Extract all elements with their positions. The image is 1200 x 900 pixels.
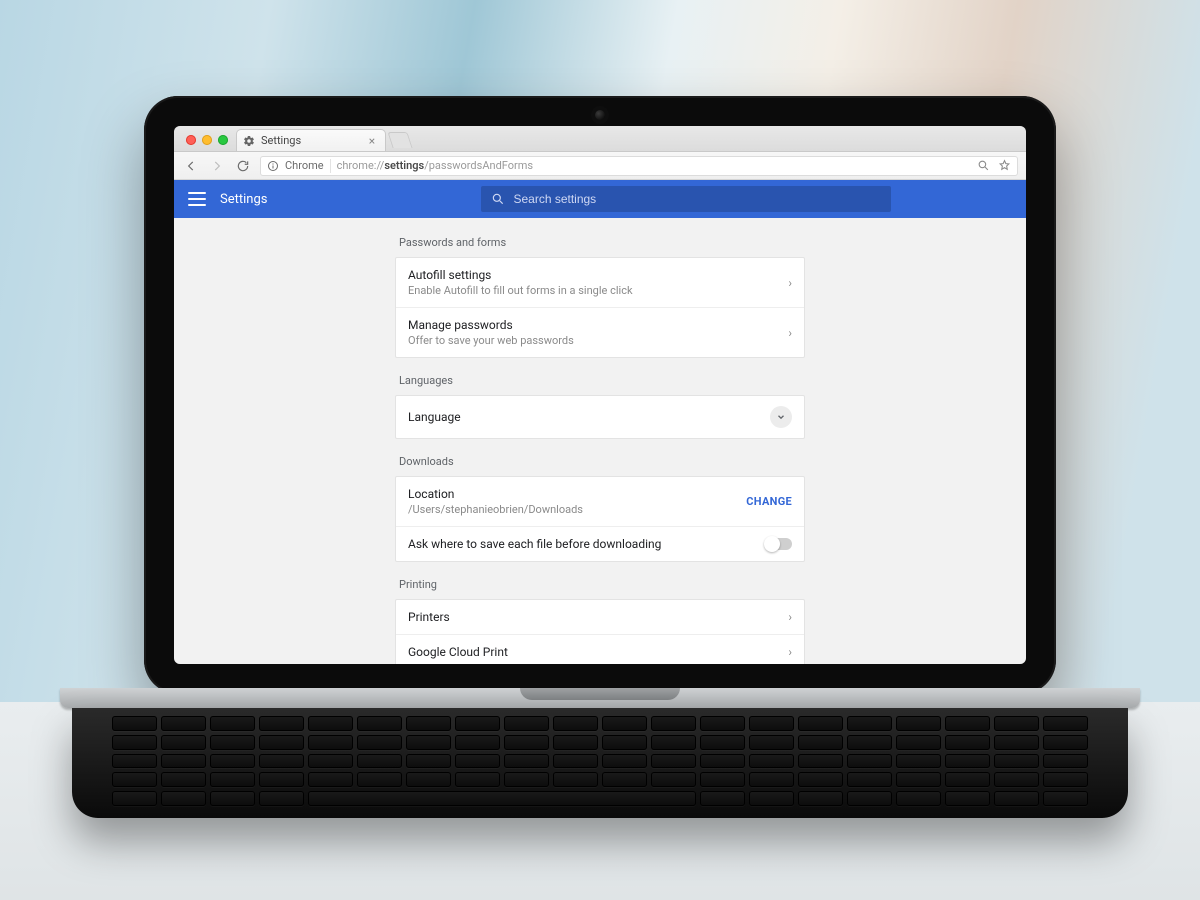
card-downloads: Location /Users/stephanieobrien/Download… [395,476,805,562]
card-languages: Language [395,395,805,439]
laptop-hinge [60,688,1140,708]
window-close-button[interactable] [186,135,196,145]
card-passwords-forms: Autofill settings Enable Autofill to fil… [395,257,805,358]
row-label: Google Cloud Print [408,645,508,659]
chevron-down-icon [776,412,786,422]
change-location-button[interactable]: CHANGE [746,495,792,508]
expand-button[interactable] [770,406,792,428]
section-title-passwords: Passwords and forms [399,236,801,249]
arrow-right-icon [210,159,224,173]
row-autofill-settings[interactable]: Autofill settings Enable Autofill to fil… [396,258,804,307]
tab-settings[interactable]: Settings × [236,129,386,151]
browser-toolbar: Chrome chrome://settings/passwordsAndFor… [174,152,1026,180]
row-manage-passwords[interactable]: Manage passwords Offer to save your web … [396,307,804,357]
gear-icon [243,135,255,147]
section-title-languages: Languages [399,374,801,387]
tab-close-button[interactable]: × [365,134,379,148]
tab-title: Settings [261,134,301,147]
laptop-camera [595,110,605,120]
url-divider [330,159,331,173]
chevron-right-icon: › [788,645,792,659]
row-label: Language [408,410,461,424]
ask-toggle[interactable] [766,538,792,550]
window-controls [180,135,236,151]
laptop-base [60,688,1140,818]
new-tab-button[interactable] [387,132,412,148]
chevron-right-icon: › [788,276,792,290]
window-zoom-button[interactable] [218,135,228,145]
row-google-cloud-print[interactable]: Google Cloud Print › [396,634,804,664]
url-scheme-label: Chrome [285,159,324,172]
search-icon[interactable] [977,159,990,172]
section-title-printing: Printing [399,578,801,591]
menu-button[interactable] [188,192,206,206]
nav-back-button[interactable] [182,157,200,175]
browser-tabbar: Settings × [174,126,1026,152]
row-ask-before-download[interactable]: Ask where to save each file before downl… [396,526,804,561]
settings-search[interactable] [481,186,891,212]
address-bar[interactable]: Chrome chrome://settings/passwordsAndFor… [260,156,1018,176]
row-label: Printers [408,610,450,624]
download-path: /Users/stephanieobrien/Downloads [408,503,583,516]
nav-reload-button[interactable] [234,157,252,175]
chevron-right-icon: › [788,610,792,624]
laptop-frame: Settings × Chrome [144,96,1056,694]
settings-header: Settings [174,180,1026,218]
chevron-right-icon: › [788,326,792,340]
row-label: Location [408,487,583,501]
star-icon[interactable] [998,159,1011,172]
row-label: Ask where to save each file before downl… [408,537,661,551]
card-printing: Printers › Google Cloud Print › [395,599,805,664]
row-download-location: Location /Users/stephanieobrien/Download… [396,477,804,526]
url-text: chrome://settings/passwordsAndForms [337,159,533,172]
reload-icon [236,159,250,173]
browser-window: Settings × Chrome [174,126,1026,664]
row-printers[interactable]: Printers › [396,600,804,634]
window-minimize-button[interactable] [202,135,212,145]
row-label: Autofill settings [408,268,633,282]
row-description: Offer to save your web passwords [408,334,574,347]
arrow-left-icon [184,159,198,173]
page-title: Settings [220,192,267,207]
row-description: Enable Autofill to fill out forms in a s… [408,284,633,297]
settings-search-input[interactable] [513,192,881,206]
row-label: Manage passwords [408,318,574,332]
row-language[interactable]: Language [396,396,804,438]
section-title-downloads: Downloads [399,455,801,468]
search-icon [491,192,505,206]
settings-content: Passwords and forms Autofill settings En… [174,218,1026,664]
laptop-keyboard [72,708,1128,818]
photo-background: Settings × Chrome [0,0,1200,900]
nav-forward-button[interactable] [208,157,226,175]
info-icon [267,160,279,172]
